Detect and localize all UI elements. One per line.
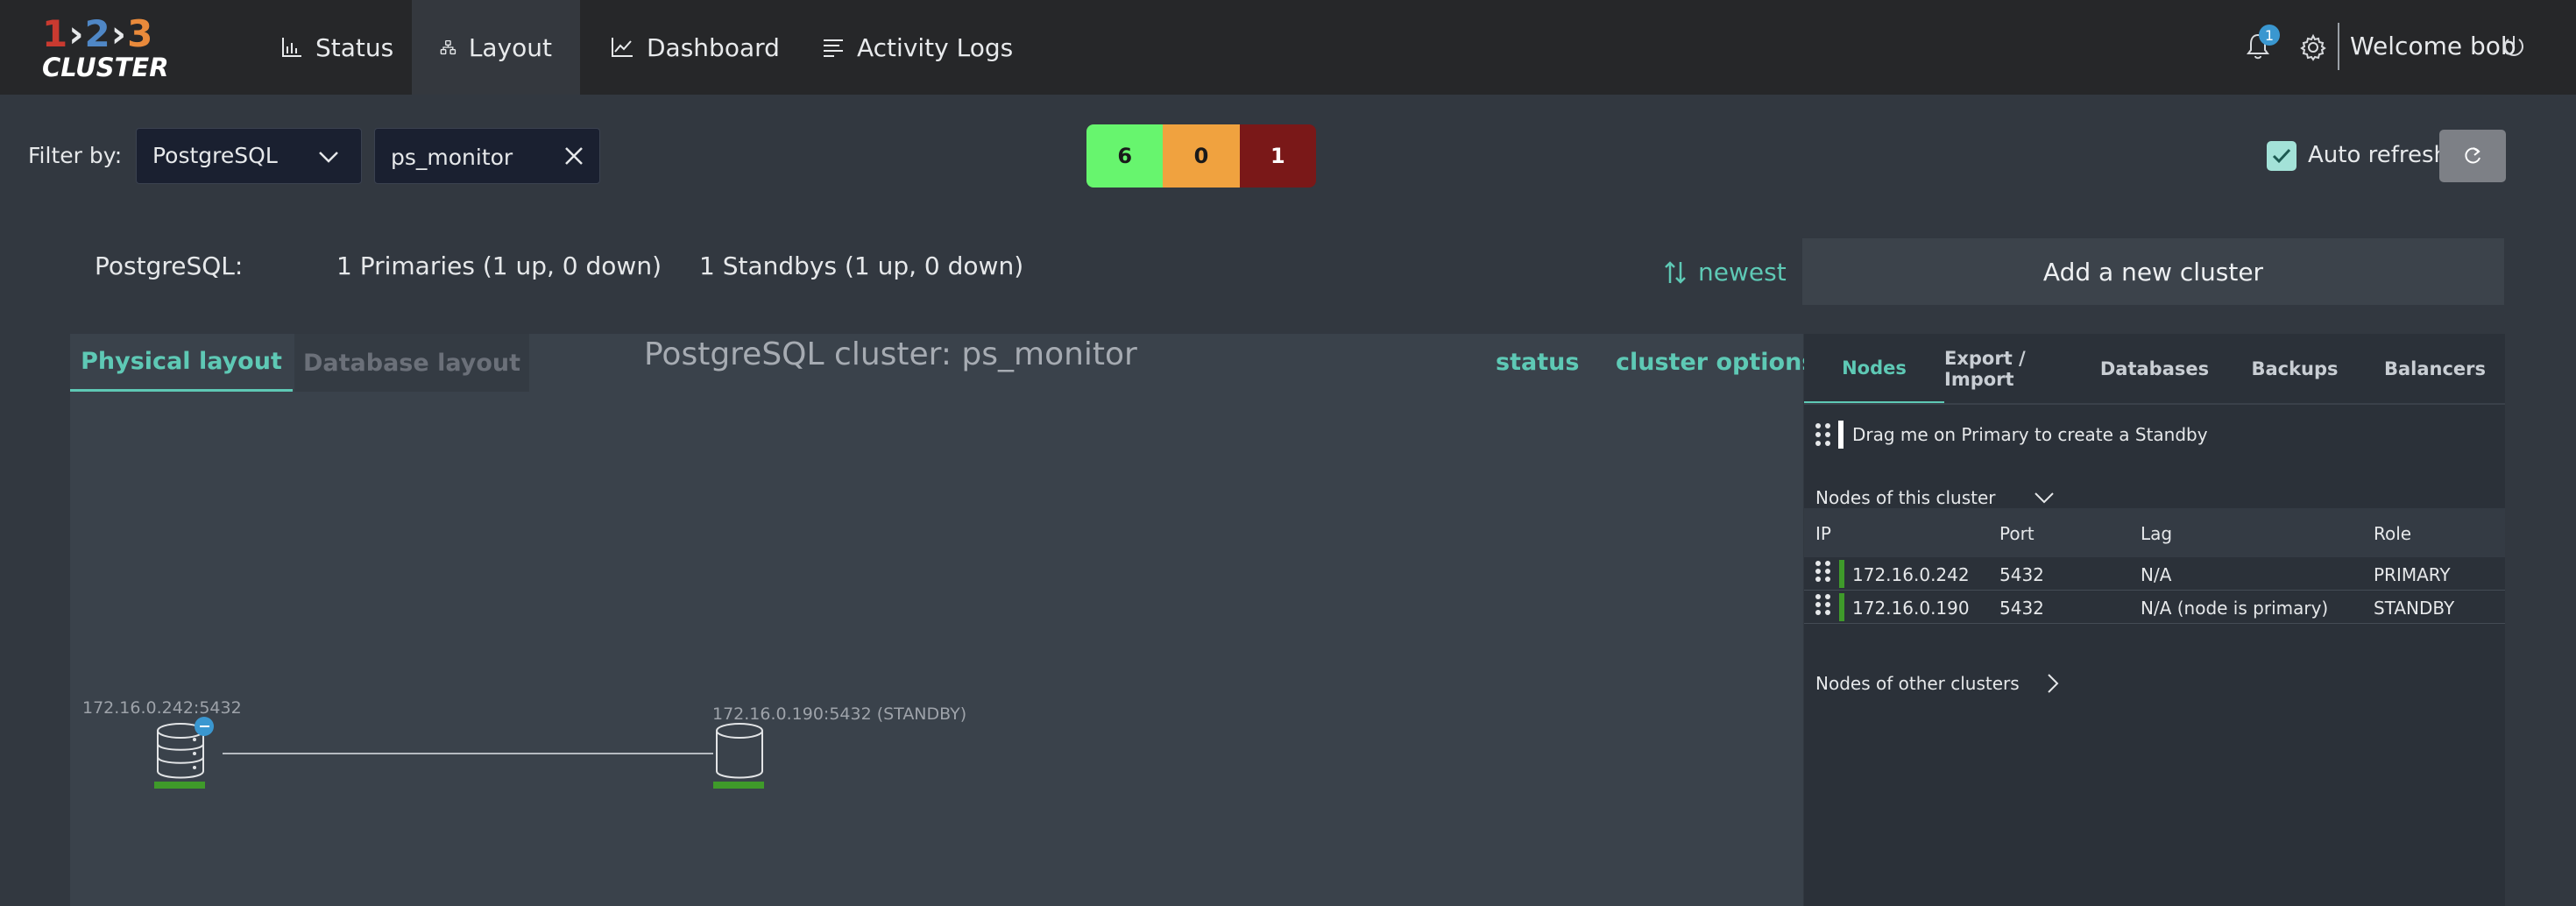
column-lag[interactable]: Lag [2141,523,2172,544]
nodes-this-cluster-toggle[interactable]: Nodes of this cluster [1815,487,2055,508]
welcome-text: Welcome bob [2350,32,2516,60]
line-chart-icon [612,38,633,57]
add-cluster-button[interactable]: Add a new cluster [1802,238,2504,305]
node-status-bar [1839,593,1844,621]
logo-numbers: 1›2›3 [42,12,154,55]
tabs-divider [1804,403,2505,405]
collapse-node-icon[interactable] [195,717,214,736]
column-ip[interactable]: IP [1815,523,1831,544]
replication-line [223,753,713,754]
tab-export-import[interactable]: Export / Import [1944,334,2084,404]
cell-port: 5432 [1999,564,2044,585]
nav-layout-label: Layout [468,32,552,62]
tab-nodes[interactable]: Nodes [1804,334,1944,404]
column-port[interactable]: Port [1999,523,2035,544]
nodes-other-clusters-label: Nodes of other clusters [1815,673,2020,694]
summary-standbys: 1 Standbys (1 up, 0 down) [699,251,1024,280]
nav-dashboard-label: Dashboard [647,32,780,62]
logo[interactable]: 1›2›3 CLUSTER [42,12,169,82]
sort-icon [1665,260,1686,284]
drag-hint: Drag me on Primary to create a Standby [1852,424,2208,445]
bar-chart-icon [282,38,301,57]
tab-physical-layout[interactable]: Physical layout [70,334,293,392]
cluster-title: PostgreSQL cluster: ps_monitor [644,336,1137,372]
db-type-select[interactable]: PostgreSQL [136,128,362,184]
filter-label: Filter by: [28,143,123,168]
nav-status-label: Status [315,32,394,62]
tab-backups[interactable]: Backups [2225,334,2365,404]
cell-ip: 172.16.0.242 [1852,564,1970,585]
chevron-down-icon [2035,492,2055,504]
chevron-down-icon [319,152,338,163]
tab-balancers[interactable]: Balancers [2365,334,2505,404]
chevron-right-icon [2047,674,2059,693]
toolbar-divider [2338,23,2339,70]
node-primary-status-bar [154,782,205,789]
node-standby-label: 172.16.0.190:5432 (STANDBY) [712,704,967,724]
layout-canvas[interactable] [70,334,1803,906]
tab-databases[interactable]: Databases [2084,334,2225,404]
count-up[interactable]: 6 [1086,124,1164,188]
drag-handle-icon[interactable] [1815,594,1831,615]
status-counts: 6 0 1 [1086,124,1316,188]
cluster-search-value: ps_monitor [391,145,513,170]
refresh-button[interactable] [2439,130,2506,182]
nodes-this-cluster-label: Nodes of this cluster [1815,487,1996,508]
cell-role: PRIMARY [2374,564,2451,585]
node-status-bar [1839,560,1844,588]
nav-activity-logs[interactable]: Activity Logs [794,0,1041,95]
sort-label: newest [1698,258,1787,287]
standby-drag-handle[interactable]: Drag me on Primary to create a Standby [1815,421,2208,449]
close-icon[interactable] [563,145,585,167]
cell-lag: N/A (node is primary) [2141,598,2329,619]
summary-db-label: PostgreSQL: [95,251,244,280]
tab-database-layout[interactable]: Database layout [294,334,529,392]
nav-status[interactable]: Status [252,0,421,95]
cell-ip: 172.16.0.190 [1852,598,1970,619]
column-role[interactable]: Role [2374,523,2411,544]
drag-handle-icon[interactable] [1815,561,1831,582]
sort-toggle[interactable]: newest [1663,258,1787,287]
drag-handle-icon [1815,423,1831,446]
notification-badge: 1 [2259,25,2280,46]
count-warning[interactable]: 0 [1163,124,1240,188]
gear-icon[interactable] [2299,33,2327,61]
nav-layout[interactable]: Layout [412,0,580,95]
nav-dashboard[interactable]: Dashboard [582,0,808,95]
refresh-icon [2465,147,2480,164]
power-icon[interactable] [2501,33,2527,60]
status-link[interactable]: status [1496,349,1579,376]
node-standby-status-bar [713,782,764,789]
cell-role: STANDBY [2374,598,2455,619]
cell-lag: N/A [2141,564,2172,585]
database-icon[interactable] [713,722,766,780]
count-down[interactable]: 1 [1239,124,1316,188]
cluster-options-link[interactable]: cluster options [1616,349,1815,376]
auto-refresh-checkbox[interactable] [2267,141,2296,171]
list-icon [824,39,843,57]
db-type-value: PostgreSQL [152,143,278,168]
nodes-other-clusters-toggle[interactable]: Nodes of other clusters [1815,672,2060,695]
node-primary-label: 172.16.0.242:5432 [82,698,242,718]
table-row[interactable]: 172.16.0.242 5432 N/A PRIMARY [1804,557,2505,591]
drag-node-bar [1838,421,1844,449]
topology-icon [440,39,456,55]
auto-refresh-label: Auto refresh [2308,142,2449,168]
check-icon [2272,148,2291,164]
cluster-search-input[interactable]: ps_monitor [374,128,600,184]
nav-activity-logs-label: Activity Logs [857,32,1014,62]
cell-port: 5432 [1999,598,2044,619]
logo-word: CLUSTER [42,53,169,82]
summary-primaries: 1 Primaries (1 up, 0 down) [336,251,662,280]
table-row[interactable]: 172.16.0.190 5432 N/A (node is primary) … [1804,591,2505,624]
